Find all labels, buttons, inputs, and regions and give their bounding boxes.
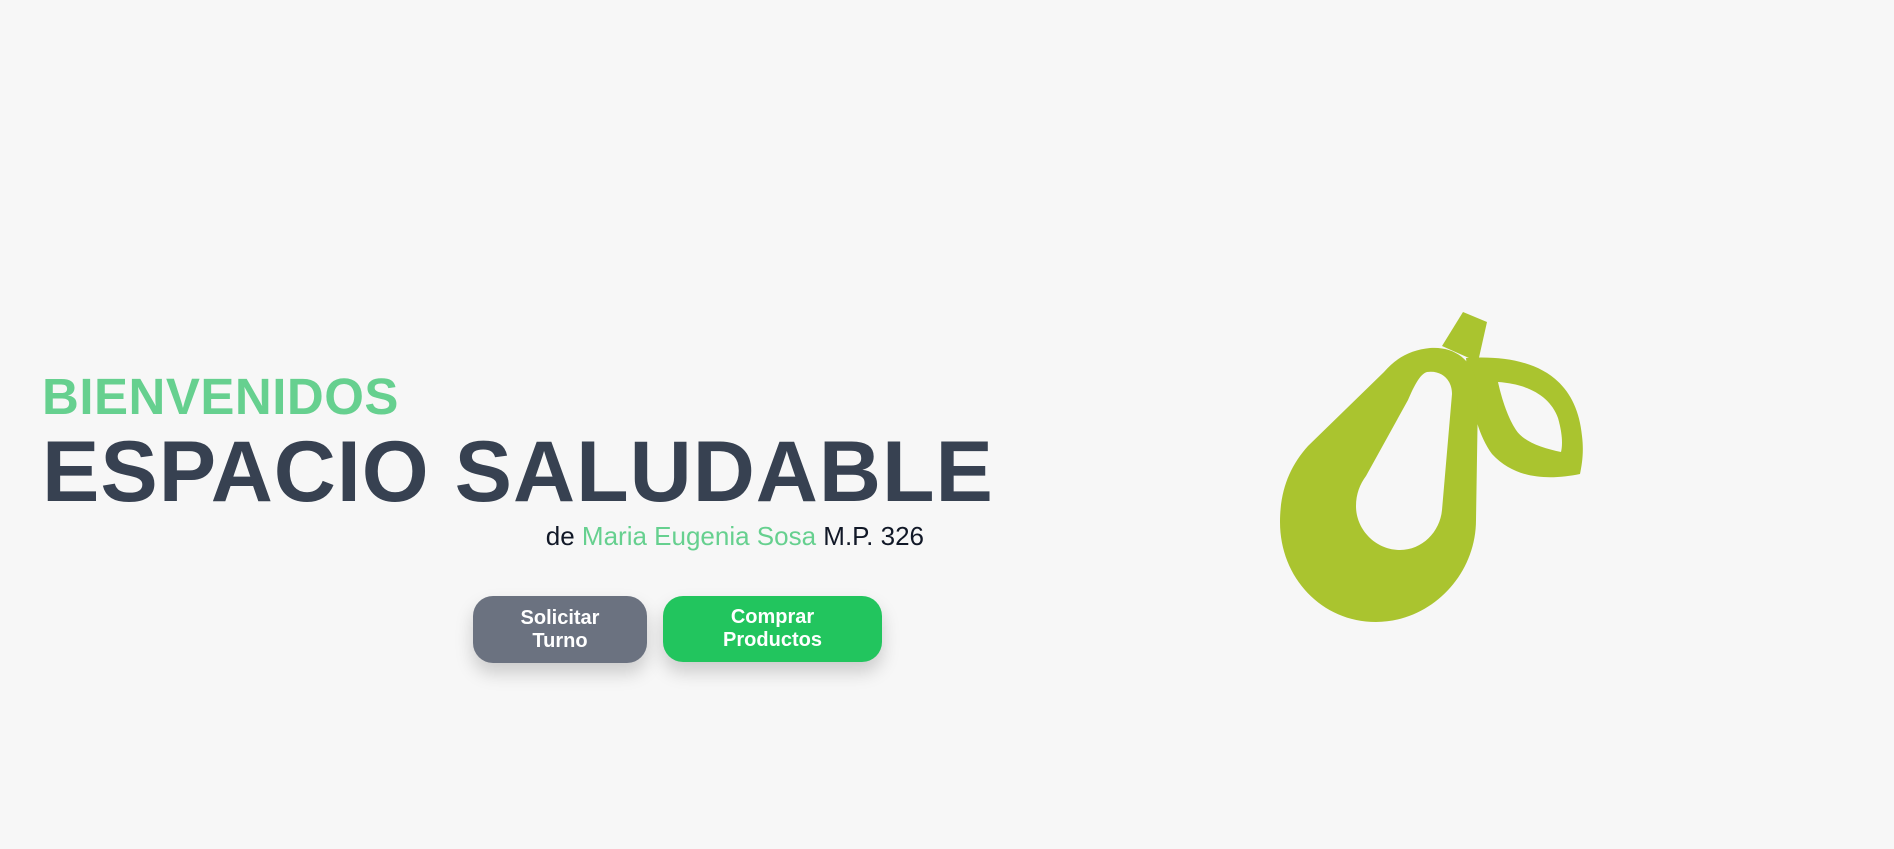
hero-text: BIENVENIDOS ESPACIO SALUDABLE de Maria E… [42, 368, 994, 554]
pear-icon [1280, 312, 1583, 622]
buy-products-button[interactable]: Comprar Productos [663, 596, 882, 662]
welcome-heading: BIENVENIDOS [42, 368, 399, 425]
request-appointment-button[interactable]: Solicitar Turno [473, 596, 647, 663]
subtitle-name: Maria Eugenia Sosa [581, 521, 817, 551]
page-title: ESPACIO SALUDABLE [42, 424, 994, 520]
hero-section: BIENVENIDOS ESPACIO SALUDABLE de Maria E… [0, 0, 1894, 849]
subtitle-prefix: de [545, 521, 582, 551]
subtitle: de Maria Eugenia Sosa M.P. 326 [42, 518, 924, 554]
subtitle-suffix: M.P. 326 [816, 521, 924, 551]
hero-buttons: Solicitar Turno Comprar Productos [473, 596, 882, 663]
